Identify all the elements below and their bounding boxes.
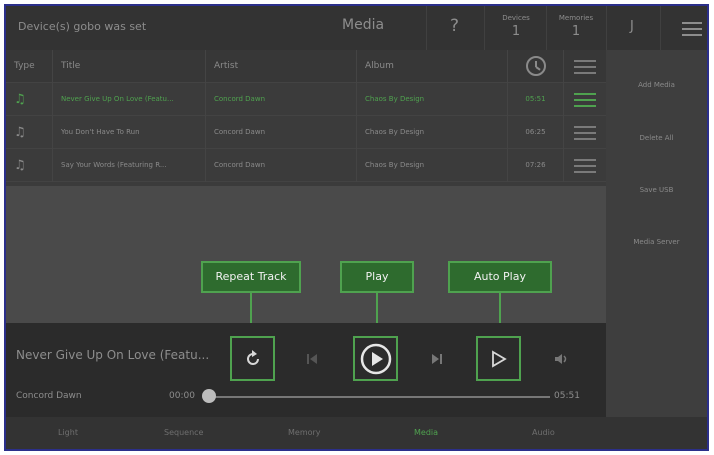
row-menu-button[interactable]: [563, 149, 606, 182]
media-server-button[interactable]: Media Server: [606, 238, 707, 246]
save-usb-button[interactable]: Save USB: [606, 186, 707, 194]
row-menu-icon: [574, 93, 596, 111]
volume-button[interactable]: [539, 336, 584, 381]
devices-counter[interactable]: Devices 1: [486, 14, 546, 39]
play-callout: Play: [340, 261, 414, 293]
clock-icon: [525, 56, 546, 76]
type-cell: ♫: [6, 149, 52, 182]
album-cell: Chaos By Design: [356, 116, 507, 149]
empty-list-area: [6, 186, 606, 323]
title-cell: You Don't Have To Run: [52, 116, 205, 149]
bottom-nav: Light Sequence Memory Media Audio: [6, 417, 707, 449]
nav-sequence[interactable]: Sequence: [164, 428, 203, 437]
devices-label: Devices: [502, 14, 530, 22]
header-bar: Device(s) gobo was set Media ? Devices 1…: [6, 6, 707, 50]
table-row[interactable]: ♫ Never Give Up On Love (Featu... Concor…: [6, 83, 606, 116]
type-cell: ♫: [6, 83, 52, 116]
type-cell: ♫: [6, 116, 52, 149]
skip-next-icon: [431, 353, 442, 364]
col-album[interactable]: Album: [356, 50, 507, 83]
memories-counter[interactable]: Memories 1: [546, 14, 606, 39]
now-playing-artist: Concord Dawn: [16, 391, 82, 401]
title-cell: Never Give Up On Love (Featu...: [52, 83, 205, 116]
repeat-icon: [246, 349, 259, 365]
nav-light[interactable]: Light: [58, 428, 78, 437]
row-menu-button[interactable]: [563, 83, 606, 116]
status-message: Device(s) gobo was set: [18, 20, 147, 33]
memories-label: Memories: [558, 14, 594, 22]
album-cell: Chaos By Design: [356, 149, 507, 182]
user-button[interactable]: J: [630, 19, 634, 34]
header-divider: [426, 6, 427, 50]
repeat-button[interactable]: [230, 336, 275, 381]
col-duration[interactable]: [507, 50, 563, 83]
nav-media[interactable]: Media: [414, 428, 438, 437]
auto-play-button[interactable]: [476, 336, 521, 381]
row-menu-icon: [574, 126, 596, 144]
repeat-track-callout: Repeat Track: [201, 261, 301, 293]
row-menu-icon: [574, 159, 596, 177]
table-row[interactable]: ♫ You Don't Have To Run Concord Dawn Cha…: [6, 116, 606, 149]
table-row[interactable]: ♫ Say Your Words (Featuring R... Concord…: [6, 149, 606, 182]
play-button[interactable]: [353, 336, 398, 381]
track-table: Type Title Artist Album ♫ Never Give Up …: [6, 50, 606, 182]
seek-bar[interactable]: [209, 396, 550, 398]
add-media-button[interactable]: Add Media: [606, 81, 707, 89]
header-divider: [606, 6, 607, 50]
duration-cell: 06:25: [507, 116, 563, 149]
media-sidebar: Add Media Delete All Save USB Media Serv…: [606, 50, 707, 417]
col-artist[interactable]: Artist: [205, 50, 356, 83]
artist-cell: Concord Dawn: [205, 149, 356, 182]
now-playing-title: Never Give Up On Love (Featu...: [16, 348, 210, 362]
app-frame: Device(s) gobo was set Media ? Devices 1…: [4, 4, 709, 451]
artist-cell: Concord Dawn: [205, 116, 356, 149]
total-time: 05:51: [554, 391, 580, 401]
duration-cell: 07:26: [507, 149, 563, 182]
table-header: Type Title Artist Album: [6, 50, 606, 83]
list-menu-icon: [574, 60, 596, 78]
header-divider: [660, 6, 661, 50]
player-bar: Never Give Up On Love (Featu... Concord …: [6, 323, 606, 417]
music-note-icon: ♫: [14, 92, 26, 107]
hamburger-icon[interactable]: [682, 22, 702, 40]
delete-all-button[interactable]: Delete All: [606, 134, 707, 142]
nav-memory[interactable]: Memory: [288, 428, 321, 437]
row-menu-button[interactable]: [563, 116, 606, 149]
album-cell: Chaos By Design: [356, 83, 507, 116]
page-title: Media: [342, 17, 385, 33]
devices-count: 1: [511, 24, 521, 39]
previous-button[interactable]: [289, 336, 334, 381]
artist-cell: Concord Dawn: [205, 83, 356, 116]
title-cell: Say Your Words (Featuring R...: [52, 149, 205, 182]
music-note-icon: ♫: [14, 125, 26, 140]
music-note-icon: ♫: [14, 158, 26, 173]
play-circle-icon: [360, 343, 391, 374]
speaker-icon: [554, 353, 566, 364]
current-time: 00:00: [169, 391, 195, 401]
header-divider: [484, 6, 485, 50]
col-type[interactable]: Type: [6, 50, 52, 83]
col-title[interactable]: Title: [52, 50, 205, 83]
skip-previous-icon: [306, 353, 317, 364]
auto-play-callout: Auto Play: [448, 261, 552, 293]
next-button[interactable]: [414, 336, 459, 381]
seek-handle[interactable]: [202, 389, 216, 403]
col-menu[interactable]: [563, 50, 606, 83]
duration-cell: 05:51: [507, 83, 563, 116]
play-outline-icon: [491, 349, 507, 368]
memories-count: 1: [571, 24, 581, 39]
nav-audio[interactable]: Audio: [532, 428, 555, 437]
help-button[interactable]: ?: [450, 16, 459, 36]
